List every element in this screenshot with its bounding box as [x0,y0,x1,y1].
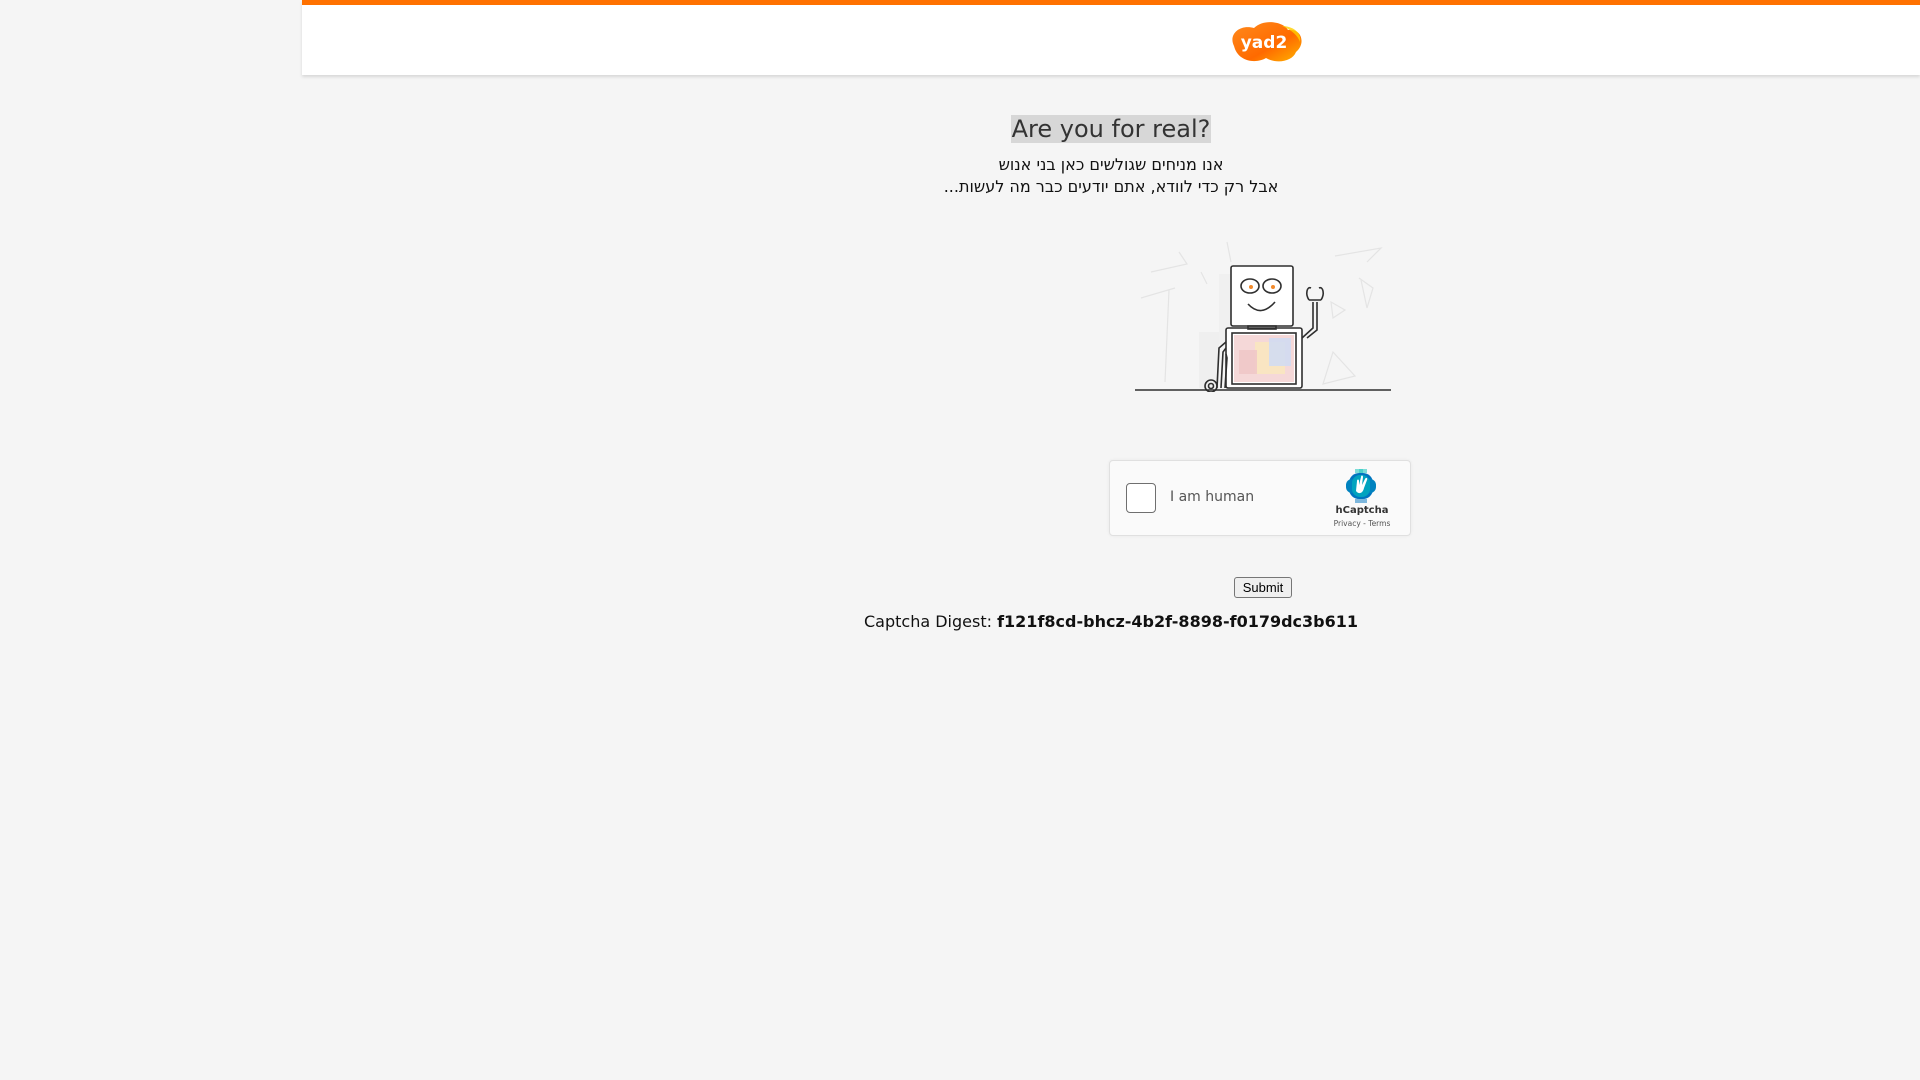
captcha-digest-label: Captcha Digest: [863,612,992,631]
page-title: Are you for real? [302,113,1920,145]
hcaptcha-links: Privacy - Terms [1320,519,1404,528]
page-title-text: Are you for real? [1010,115,1212,143]
human-checkbox-label[interactable]: I am human [1170,489,1254,505]
submit-button[interactable]: Submit [1234,577,1292,598]
page: yad2 Are you for real? אנו מניחים שגולשי… [302,0,1920,1080]
subtitle-line-1: אנו מניחים שגולשים כאן בני אנוש [998,155,1224,174]
hcaptcha-brand: hCaptcha [1335,505,1389,516]
subtitle: אנו מניחים שגולשים כאן בני אנוש אבל רק כ… [302,154,1920,198]
hcaptcha-widget: I am human hCaptcha Privacy - Terms [1109,460,1411,536]
subtitle-line-2: אבל רק כדי לוודא, אתם יודעים כבר מה לעשו… [943,177,1279,196]
hcaptcha-logo-icon[interactable] [1344,469,1378,503]
privacy-link[interactable]: Privacy [1334,519,1361,528]
site-header: yad2 [302,0,1920,75]
yad2-logo[interactable]: yad2 [1226,20,1304,64]
human-checkbox[interactable] [1126,483,1156,513]
terms-link[interactable]: Terms [1368,519,1390,528]
captcha-digest-value: f121f8cd-bhcz-4b2f-8898-f0179dc3b611 [997,612,1359,631]
captcha-digest: Captcha Digest: f121f8cd-bhcz-4b2f-8898-… [302,612,1920,631]
logo-text: yad2 [1241,33,1288,53]
robot-waving-illustration [1135,241,1391,392]
